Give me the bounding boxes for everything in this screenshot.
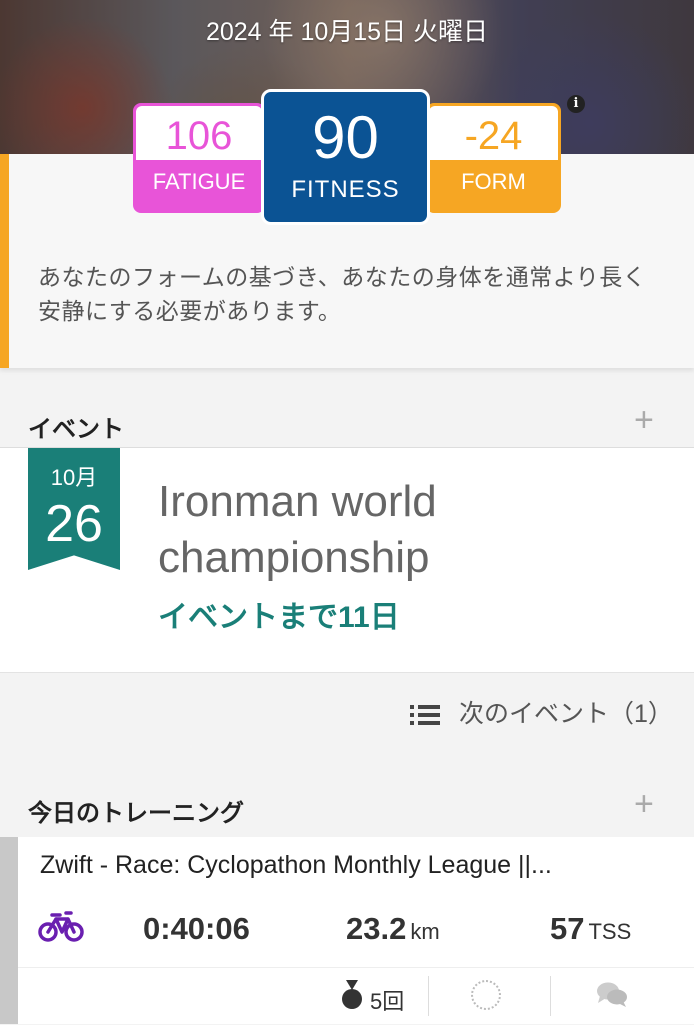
events-section-header: イベント + bbox=[0, 401, 694, 448]
tss-value: 57 bbox=[550, 911, 585, 946]
workout-card[interactable]: Zwift - Race: Cyclopathon Monthly League… bbox=[0, 837, 694, 1024]
bike-icon bbox=[38, 911, 84, 948]
workout-footer: 5回 bbox=[18, 967, 694, 1025]
duration-value: 0:40:06 bbox=[143, 911, 250, 946]
status-accent-bar bbox=[0, 154, 9, 368]
fitness-value: 90 bbox=[312, 104, 379, 171]
fatigue-label: FATIGUE bbox=[152, 169, 246, 194]
workout-distance: 23.2 km bbox=[346, 911, 440, 947]
event-card[interactable]: 10月 26 Ironman world championship イベントまで… bbox=[0, 448, 694, 673]
workout-status-bar bbox=[0, 837, 18, 1024]
fatigue-metric[interactable]: 106 FATIGUE bbox=[133, 103, 265, 213]
distance-value: 23.2 bbox=[346, 911, 407, 946]
event-month: 10月 bbox=[50, 465, 98, 490]
event-countdown: イベントまで11日 bbox=[158, 601, 400, 634]
form-label: FORM bbox=[461, 169, 526, 194]
medal-count: 5回 bbox=[370, 989, 405, 1014]
comments-icon[interactable] bbox=[596, 980, 628, 1013]
training-section-header: 今日のトレーニング + bbox=[0, 785, 694, 831]
distance-unit: km bbox=[410, 919, 440, 944]
events-heading: イベント bbox=[28, 416, 124, 443]
training-heading: 今日のトレーニング bbox=[28, 800, 244, 827]
list-icon bbox=[410, 701, 440, 729]
footer-divider bbox=[428, 976, 429, 1016]
form-value: -24 bbox=[429, 106, 558, 160]
form-advice-message: あなたのフォームの基づき、あなたの身体を通常より長く安静にする必要があります。 bbox=[38, 264, 647, 324]
workout-tss: 57 TSS bbox=[550, 911, 631, 947]
fitness-metric[interactable]: 90 FITNESS bbox=[261, 89, 430, 225]
next-events-link[interactable]: 次のイベント（1） bbox=[410, 694, 673, 730]
form-metric[interactable]: -24 FORM bbox=[426, 103, 561, 213]
fatigue-value: 106 bbox=[136, 106, 262, 160]
current-date: 2024 年 10月15日 火曜日 bbox=[205, 18, 489, 46]
workout-duration: 0:40:06 bbox=[143, 911, 250, 947]
feeling-smiley-icon[interactable] bbox=[471, 980, 501, 1010]
next-events-label: 次のイベント（1） bbox=[458, 700, 673, 728]
medal-icon[interactable] bbox=[340, 980, 364, 1015]
tss-unit: TSS bbox=[588, 919, 632, 944]
add-training-plus-icon[interactable]: + bbox=[634, 785, 654, 824]
info-icon[interactable]: i bbox=[567, 95, 585, 113]
fitness-label: FITNESS bbox=[291, 176, 400, 203]
footer-divider bbox=[550, 976, 551, 1016]
workout-title: Zwift - Race: Cyclopathon Monthly League… bbox=[40, 851, 552, 879]
event-title: Ironman world championship bbox=[158, 477, 437, 582]
event-day: 26 bbox=[45, 495, 103, 553]
event-date-ribbon: 10月 26 bbox=[28, 448, 120, 570]
add-event-plus-icon[interactable]: + bbox=[634, 401, 654, 440]
